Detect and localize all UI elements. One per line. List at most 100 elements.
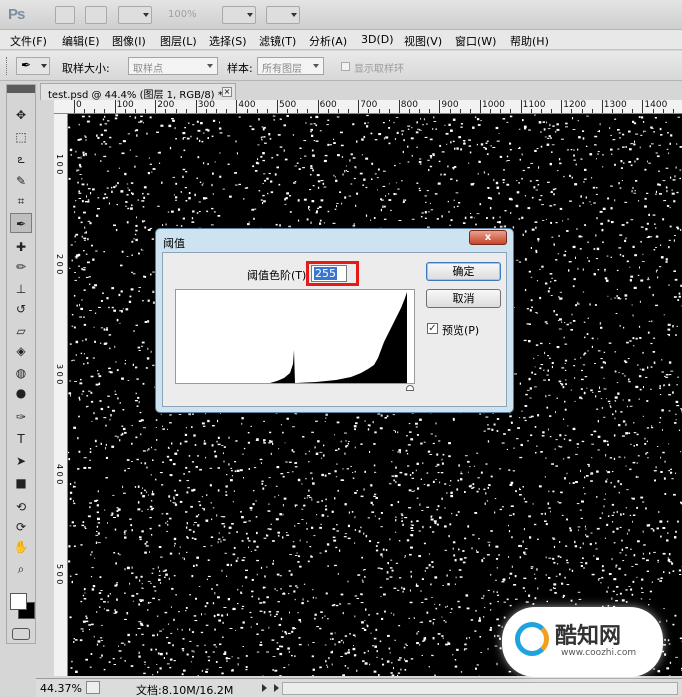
clone-stamp-tool-icon[interactable]: ⊥ <box>10 279 32 299</box>
view-extras-button[interactable] <box>118 6 152 24</box>
threshold-slider-handle[interactable] <box>406 385 414 391</box>
dialog-body: 阈值色阶(T): 255 确定 取消 ✓ 预览(P) <box>162 252 507 407</box>
status-info-button[interactable] <box>86 681 100 694</box>
paint-bucket-tool-icon[interactable]: ◈ <box>10 341 32 361</box>
ruler-tick <box>155 100 157 113</box>
ruler-label: 1400 <box>644 100 668 110</box>
blur-tool-icon[interactable]: ◍ <box>10 363 32 383</box>
ruler-tick <box>185 109 187 113</box>
ruler-tick <box>226 109 228 113</box>
eraser-tool-icon[interactable]: ▱ <box>10 321 32 341</box>
vertical-ruler-label: 4 0 0 <box>55 464 64 485</box>
3d-rotate-tool-icon[interactable]: ⟲ <box>10 497 32 517</box>
ruler-tick <box>378 109 380 113</box>
ruler-tick <box>175 109 177 113</box>
toolbox: ✥ ⬚ ఽ ✎ ⌗ ✒ ✚ ✏ ⊥ ↺ ▱ ◈ ◍ ● ✑ T ➤ ■ ⟲ ⟳ ✋ ⌕ <box>6 84 36 644</box>
photoshop-logo: Ps <box>8 6 25 23</box>
vertical-ruler-label: 2 0 0 <box>55 254 64 275</box>
vertical-ruler-label: 1 0 0 <box>55 154 64 175</box>
zoom-tool-icon[interactable]: ⌕ <box>10 559 32 579</box>
ruler-tick <box>622 109 624 113</box>
ruler-label: 0 <box>76 100 82 110</box>
status-menu-arrow[interactable] <box>262 684 267 692</box>
ruler-tick <box>591 109 593 113</box>
sample-select[interactable]: 所有图层 <box>257 57 324 75</box>
shape-tool-icon[interactable]: ■ <box>10 473 32 493</box>
ruler-tick <box>104 109 106 113</box>
show-sampling-ring-checkbox[interactable] <box>341 62 350 71</box>
ruler-tick <box>124 109 126 113</box>
mini-bridge-button[interactable] <box>85 6 107 24</box>
ok-button[interactable]: 确定 <box>426 262 501 281</box>
chevron-down-icon <box>313 64 319 68</box>
foreground-color-swatch[interactable] <box>10 593 27 610</box>
ruler-tick <box>84 109 86 113</box>
type-tool-icon[interactable]: T <box>10 429 32 449</box>
app-bar: Ps 100% <box>0 0 682 30</box>
move-tool-icon[interactable]: ✥ <box>10 105 32 125</box>
close-icon[interactable]: × <box>222 87 232 97</box>
options-bar: ✒ 取样大小: 取样点 样本: 所有图层 显示取样环 <box>0 51 682 81</box>
sample-value: 所有图层 <box>262 64 302 75</box>
hand-tool-icon[interactable]: ✋ <box>10 537 32 557</box>
horizontal-scrollbar[interactable] <box>282 682 678 695</box>
eyedropper-tool-icon[interactable]: ✒ <box>10 213 32 233</box>
ruler-tick <box>246 109 248 113</box>
histogram <box>175 289 415 384</box>
ruler-tick <box>551 109 553 113</box>
cancel-button[interactable]: 取消 <box>426 289 501 308</box>
screen-mode-button[interactable] <box>266 6 300 24</box>
dodge-tool-icon[interactable]: ● <box>10 383 32 403</box>
ruler-tick <box>256 109 258 113</box>
preview-checkbox[interactable]: ✓ <box>427 323 438 334</box>
menu-view[interactable]: 视图(V) <box>404 33 442 49</box>
launch-bridge-button[interactable] <box>55 6 75 24</box>
marquee-tool-icon[interactable]: ⬚ <box>10 127 32 147</box>
menu-file[interactable]: 文件(F) <box>10 33 47 49</box>
menu-analysis[interactable]: 分析(A) <box>309 33 347 49</box>
ruler-tick <box>205 109 207 113</box>
ruler-tick <box>490 109 492 113</box>
menu-select[interactable]: 选择(S) <box>209 33 247 49</box>
menu-layer[interactable]: 图层(L) <box>160 33 197 49</box>
menu-window[interactable]: 窗口(W) <box>455 33 496 49</box>
eyedropper-icon: ✒ <box>21 58 32 72</box>
crop-tool-icon[interactable]: ⌗ <box>10 191 32 211</box>
healing-brush-tool-icon[interactable]: ✚ <box>10 237 32 257</box>
arrange-documents-button[interactable] <box>222 6 256 24</box>
toolbox-grip[interactable] <box>7 85 35 93</box>
document-tab[interactable]: test.psd @ 44.4% (图层 1, RGB/8) * × <box>40 83 236 101</box>
dialog-close-button[interactable]: x <box>469 230 507 245</box>
menu-3d[interactable]: 3D(D) <box>361 33 394 46</box>
zoom-level-readout[interactable]: 100% <box>168 9 197 20</box>
pen-tool-icon[interactable]: ✑ <box>10 407 32 427</box>
ruler-tick <box>266 109 268 113</box>
path-select-tool-icon[interactable]: ➤ <box>10 451 32 471</box>
tool-preset-picker[interactable]: ✒ <box>16 57 50 75</box>
threshold-level-label: 阈值色阶(T): <box>247 269 311 282</box>
scroll-left-arrow[interactable] <box>274 684 279 692</box>
quick-select-tool-icon[interactable]: ✎ <box>10 171 32 191</box>
ruler-tick <box>632 109 634 113</box>
status-zoom[interactable]: 44.37% <box>40 682 82 695</box>
sample-size-select[interactable]: 取样点 <box>128 57 218 75</box>
ruler-tick <box>601 100 603 113</box>
ruler-tick <box>419 109 421 113</box>
menu-help[interactable]: 帮助(H) <box>510 33 549 49</box>
quick-mask-icon[interactable] <box>12 628 30 640</box>
menu-bar: 文件(F) 编辑(E) 图像(I) 图层(L) 选择(S) 滤镜(T) 分析(A… <box>0 30 682 50</box>
3d-orbit-tool-icon[interactable]: ⟳ <box>10 517 32 537</box>
horizontal-ruler: 0 100 200 300 400 500 600 700 800 900 1000 1100 1200… <box>54 100 682 114</box>
menu-edit[interactable]: 编辑(E) <box>62 33 100 49</box>
menu-image[interactable]: 图像(I) <box>112 33 146 49</box>
brush-tool-icon[interactable]: ✏ <box>10 257 32 277</box>
history-brush-tool-icon[interactable]: ↺ <box>10 299 32 319</box>
lasso-tool-icon[interactable]: ఽ <box>10 149 32 169</box>
ruler-tick <box>652 109 654 113</box>
menu-filter[interactable]: 滤镜(T) <box>259 33 296 49</box>
ruler-tick <box>388 109 390 113</box>
ruler-tick <box>581 109 583 113</box>
ruler-tick <box>398 100 400 113</box>
ruler-tick <box>561 100 563 113</box>
ruler-tick <box>642 100 644 113</box>
